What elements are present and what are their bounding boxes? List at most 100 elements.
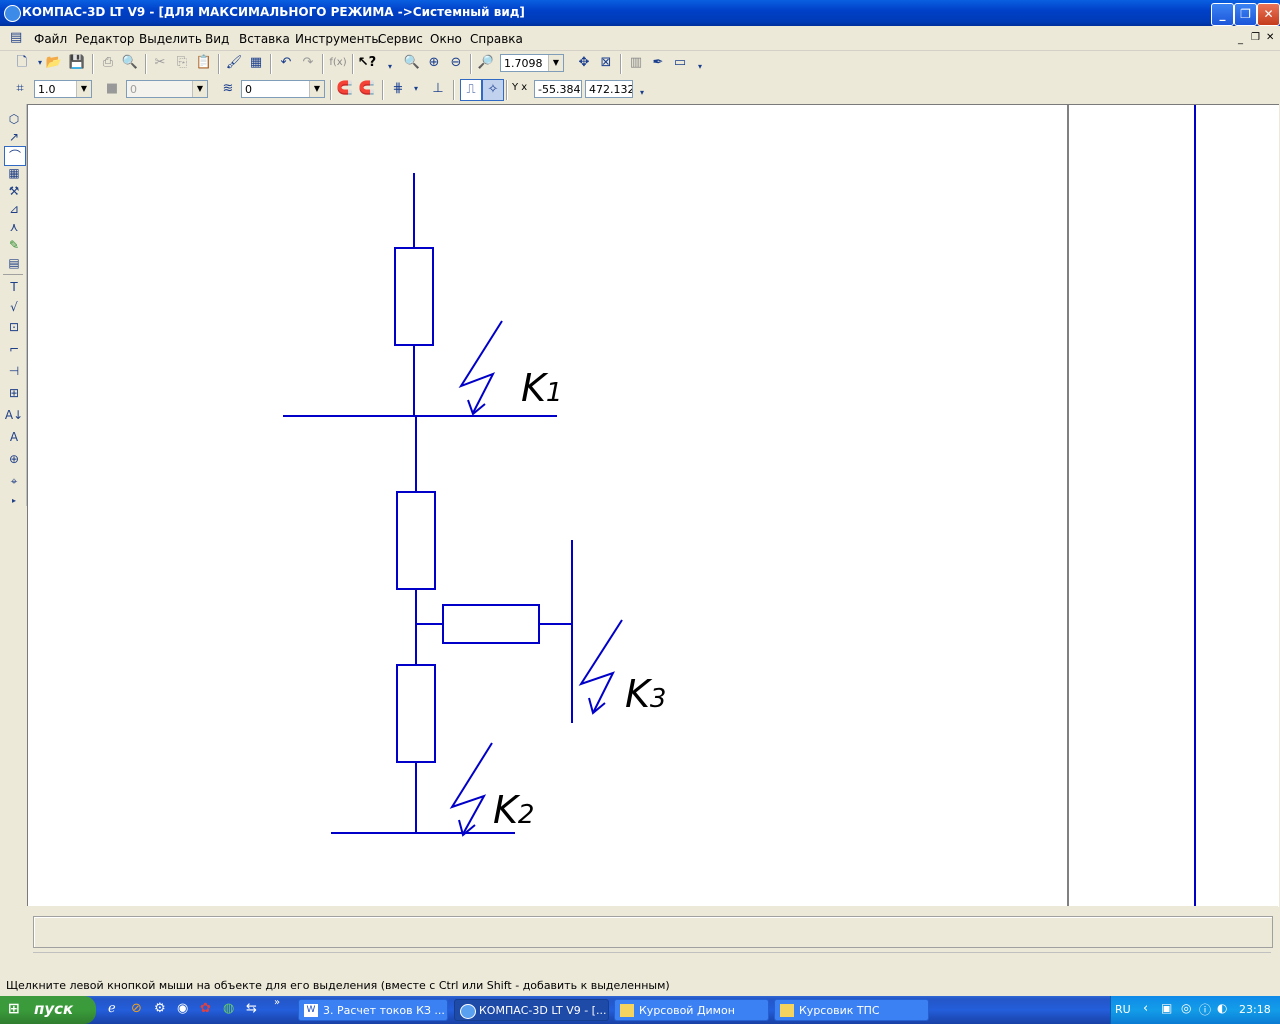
taskbar-button-folder-tps[interactable]: Курсовик ТПС xyxy=(774,999,929,1021)
menu-select[interactable]: Выделить xyxy=(139,32,202,46)
symbols-icon[interactable]: ⌒ xyxy=(4,146,26,166)
mdi-close-icon[interactable]: ✕ xyxy=(1266,32,1274,43)
mdi-restore-icon[interactable]: ❐ xyxy=(1251,32,1260,43)
center-mark-icon[interactable]: ⌖ xyxy=(4,472,24,490)
pan-icon[interactable]: ✥ xyxy=(574,53,594,73)
minimize-button[interactable]: _ xyxy=(1211,3,1234,26)
measure-icon[interactable]: ⊿ xyxy=(4,200,24,218)
local-cs-icon[interactable]: ⊥ xyxy=(428,79,448,99)
layer-state-icon[interactable]: ■ xyxy=(102,79,122,99)
menu-edit[interactable]: Редактор xyxy=(75,32,134,46)
network-tray-icon[interactable]: ▣ xyxy=(1161,1001,1172,1015)
zoom-window-icon[interactable]: 🔍 xyxy=(402,53,422,73)
drawing-canvas[interactable]: K1 K3 K2 xyxy=(27,104,1279,907)
language-indicator[interactable]: RU xyxy=(1115,1003,1131,1016)
context-help-icon[interactable]: ↖? xyxy=(357,53,377,73)
show-hidden-icons-icon[interactable]: ‹ xyxy=(1143,1001,1148,1016)
antivirus-icon[interactable]: ✿ xyxy=(200,1001,211,1016)
toolbar-overflow-icon[interactable]: ▾ xyxy=(380,57,400,77)
mdi-minimize-icon[interactable]: _ xyxy=(1238,34,1243,45)
toolbar-overflow-icon[interactable]: ▾ xyxy=(632,83,652,103)
internet-explorer-icon[interactable]: ℯ xyxy=(108,1001,116,1016)
opera-icon[interactable]: ⊘ xyxy=(131,1001,142,1016)
volume-icon[interactable]: ◐ xyxy=(1217,1001,1227,1015)
x-coordinate-field[interactable]: -55.384 xyxy=(534,80,582,98)
ortho-mode-icon[interactable]: ⎍ xyxy=(460,79,482,101)
parametrization-icon[interactable]: ⚒ xyxy=(4,182,24,200)
dimensions-icon[interactable]: ↗ xyxy=(4,128,24,146)
selection-icon[interactable]: ⋏ xyxy=(4,218,24,236)
toolbar-overflow-icon[interactable]: ▾ xyxy=(690,57,710,77)
geometry-icon[interactable]: ⬡ xyxy=(4,110,24,128)
menu-file[interactable]: Файл xyxy=(34,32,67,46)
menu-tools[interactable]: Инструменты xyxy=(295,32,381,46)
new-document-icon[interactable]: 🗋 xyxy=(12,53,32,73)
taskbar-button-kompas[interactable]: КОМПАС-3D LT V9 - [... xyxy=(454,999,609,1021)
menu-insert[interactable]: Вставка xyxy=(239,32,290,46)
paste-icon[interactable]: 📋 xyxy=(194,53,214,73)
network-icon[interactable]: ⇆ xyxy=(246,1001,257,1016)
properties-icon[interactable]: ▦ xyxy=(246,53,266,73)
menu-view[interactable]: Вид xyxy=(205,32,229,46)
menu-help[interactable]: Справка xyxy=(470,32,523,46)
wand-icon[interactable]: ✒ xyxy=(648,53,668,73)
zoom-field[interactable]: 1.7098 ▼ xyxy=(500,54,564,72)
base-icon[interactable]: ⊡ xyxy=(4,318,24,336)
spec-icon[interactable]: ▤ xyxy=(4,254,24,272)
zoom-scale-icon[interactable]: 🔎 xyxy=(476,53,496,73)
copy-icon[interactable]: ⎘ xyxy=(172,53,192,73)
media-icon[interactable]: ◍ xyxy=(223,1001,234,1016)
local-snap-icon[interactable]: 🧲 xyxy=(357,79,377,99)
cut-icon[interactable]: ✂ xyxy=(150,53,170,73)
save-icon[interactable]: 💾 xyxy=(67,53,87,73)
table-icon[interactable]: ⊞ xyxy=(4,384,24,402)
refresh-icon[interactable]: ▥ xyxy=(626,53,646,73)
expand-icon[interactable]: ▸ xyxy=(4,492,24,510)
cut-line-icon[interactable]: A xyxy=(4,428,24,446)
kompas-quicklaunch-icon[interactable]: ◉ xyxy=(177,1001,188,1016)
variables-button[interactable]: f(x) xyxy=(328,53,348,73)
kompas-app-icon[interactable] xyxy=(4,5,21,22)
grid-icon[interactable]: ⋕ xyxy=(388,79,408,99)
grid-step-icon[interactable]: ⌗ xyxy=(10,79,30,99)
zoom-all-icon[interactable]: ⊠ xyxy=(596,53,616,73)
display-icon[interactable]: ▭ xyxy=(670,53,690,73)
text-icon[interactable]: T xyxy=(4,278,24,296)
chevron-down-icon[interactable]: ▼ xyxy=(76,81,91,97)
chevron-down-icon[interactable]: ▼ xyxy=(548,55,563,71)
layers-icon[interactable]: ≋ xyxy=(218,79,238,99)
leader-icon[interactable]: ⌐ xyxy=(4,340,24,358)
taskbar-button-word[interactable]: W 3. Расчет токов КЗ ... xyxy=(298,999,448,1021)
info-icon[interactable]: ⓘ xyxy=(1199,1001,1211,1018)
chevron-down-icon[interactable]: ▼ xyxy=(192,81,207,97)
open-folder-icon[interactable]: 📂 xyxy=(44,53,64,73)
copy-properties-icon[interactable]: 🖌 xyxy=(224,53,244,73)
zoom-in-icon[interactable]: ⊕ xyxy=(424,53,444,73)
close-button[interactable]: ✕ xyxy=(1257,3,1280,26)
clock[interactable]: 23:18 xyxy=(1239,1003,1271,1016)
taskbar-button-folder-dimon[interactable]: Курсовой Димон xyxy=(614,999,769,1021)
chevron-down-icon[interactable]: ▾ xyxy=(406,79,426,99)
quicklaunch-icon[interactable]: ⚙ xyxy=(154,1001,166,1016)
tray-icon[interactable]: ◎ xyxy=(1181,1001,1191,1015)
layer-field[interactable]: 0 ▼ xyxy=(126,80,208,98)
view-arrow-icon[interactable]: A↓ xyxy=(4,406,24,424)
undo-icon[interactable]: ↶ xyxy=(276,53,296,73)
quicklaunch-overflow-icon[interactable]: » xyxy=(274,997,280,1008)
redo-icon[interactable]: ↷ xyxy=(298,53,318,73)
y-coordinate-field[interactable]: 472.132 xyxy=(585,80,633,98)
document-icon[interactable]: ▤ xyxy=(10,30,26,46)
step-field[interactable]: 1.0 ▼ xyxy=(34,80,92,98)
wave-line-icon[interactable]: ⊕ xyxy=(4,450,24,468)
editing-icon[interactable]: ▦ xyxy=(4,164,24,182)
print-preview-icon[interactable]: 🔍 xyxy=(120,53,140,73)
style-field[interactable]: 0 ▼ xyxy=(241,80,325,98)
tolerance-icon[interactable]: ⊣ xyxy=(4,362,24,380)
maximize-button[interactable]: ❐ xyxy=(1234,3,1257,26)
menu-window[interactable]: Окно xyxy=(430,32,462,46)
menu-service[interactable]: Сервис xyxy=(378,32,423,46)
roughness-icon[interactable]: √ xyxy=(4,298,24,316)
parametric-mode-icon[interactable]: ✧ xyxy=(482,79,504,101)
snap-magnet-icon[interactable]: 🧲 xyxy=(335,79,355,99)
zoom-out-icon[interactable]: ⊖ xyxy=(446,53,466,73)
